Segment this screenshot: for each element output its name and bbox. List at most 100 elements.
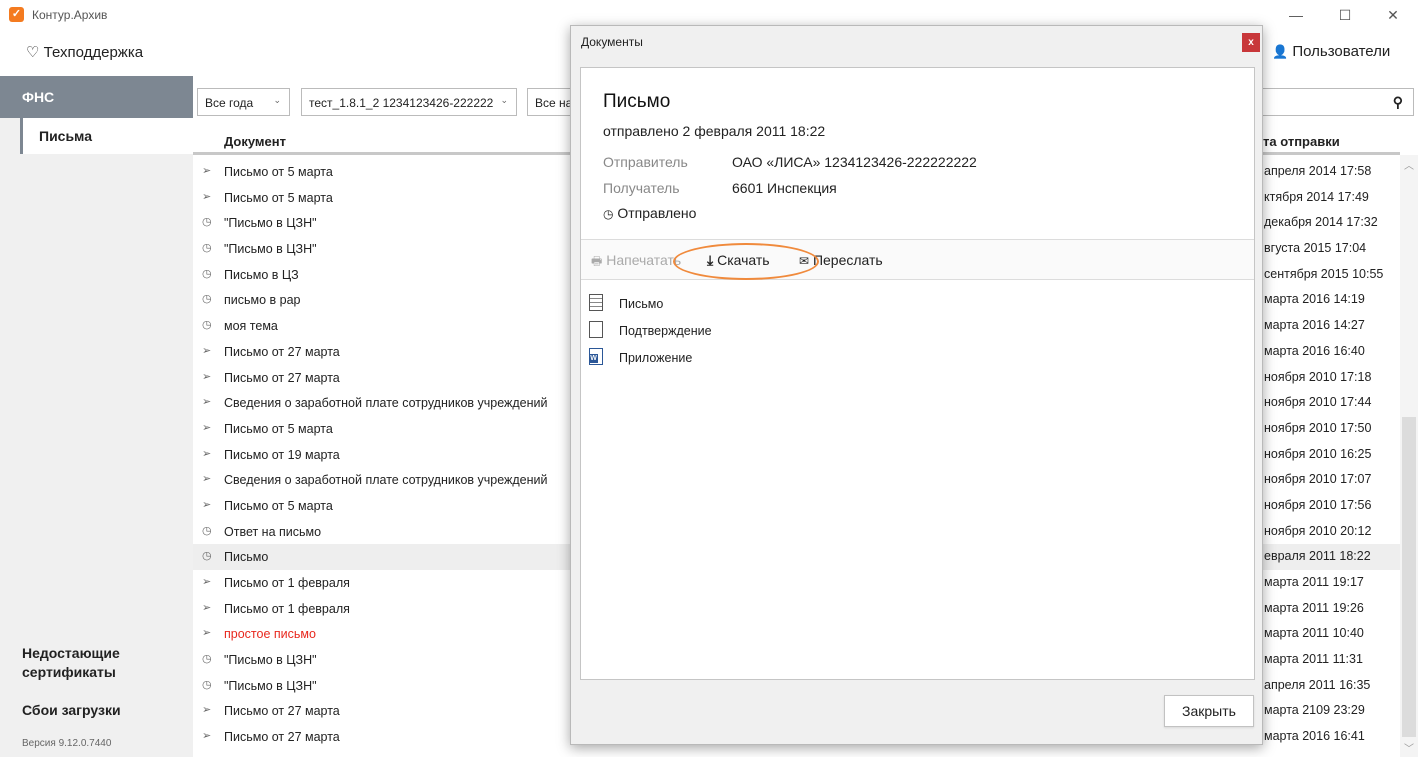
row-date: ноября 2010 16:25: [1264, 446, 1372, 461]
sent-icon: ➢: [202, 447, 212, 460]
sent-icon: ➢: [202, 473, 212, 486]
row-date: марта 2109 23:29: [1264, 703, 1365, 718]
row-date: марта 2011 19:17: [1264, 575, 1364, 589]
recipient-value: 6601 Инспекция: [732, 180, 837, 196]
row-date: ноября 2010 17:44: [1264, 395, 1372, 410]
row-date: ноября 2010 20:12: [1264, 523, 1372, 538]
row-title: Письмо в ЦЗ: [224, 267, 299, 282]
row-date: ноября 2010 17:18: [1264, 369, 1372, 384]
close-dialog-button[interactable]: Закрыть: [1164, 695, 1254, 727]
row-date: марта 2011 11:31: [1264, 652, 1363, 667]
organization-select-value: тест_1.8.1_2 1234123426-222222: [309, 96, 494, 110]
sidebar-item-missing-certificates[interactable]: Недостающие сертификаты: [22, 644, 172, 682]
row-title: "Письмо в ЦЗН": [224, 242, 317, 257]
row-date: сентября 2015 10:55: [1264, 266, 1384, 281]
print-button[interactable]: 🖶 Напечатать: [591, 252, 681, 273]
users-icon: 👤: [1272, 44, 1289, 59]
row-title: Письмо от 19 марта: [224, 447, 340, 462]
maximize-button[interactable]: ☐: [1325, 4, 1365, 26]
row-title: простое письмо: [224, 627, 316, 642]
row-date: вгуста 2015 17:04: [1264, 241, 1367, 256]
row-date: евраля 2011 18:22: [1264, 549, 1371, 564]
row-title: Письмо от 1 февраля: [224, 601, 350, 616]
clock-icon: ◷: [202, 216, 212, 229]
window-close-button[interactable]: ✕: [1373, 4, 1413, 26]
sent-icon: ➢: [202, 396, 212, 409]
attachment-name: Приложение: [619, 351, 693, 365]
chevron-down-icon: ⌄: [500, 95, 508, 105]
column-document[interactable]: Документ: [224, 134, 286, 149]
row-title: Письмо от 27 марта: [224, 704, 340, 719]
documents-dialog: Документы x Письмо отправлено 2 февраля …: [570, 25, 1263, 745]
attachment-item[interactable]: Письмо: [589, 294, 889, 316]
dialog-title: Документы: [581, 35, 643, 49]
chevron-down-icon: ⌄: [273, 95, 281, 105]
type-select[interactable]: Все на: [527, 88, 572, 116]
minimize-button[interactable]: —: [1276, 4, 1316, 26]
heart-icon: ♡: [26, 44, 40, 61]
sidebar-item-letters[interactable]: Письма: [20, 118, 193, 154]
sent-icon: ➢: [202, 627, 212, 640]
sent-icon: ➢: [202, 576, 212, 588]
row-date: марта 2011 19:26: [1264, 600, 1364, 615]
document-title: Письмо: [603, 91, 671, 112]
sent-icon: ➢: [202, 421, 212, 434]
sent-icon: ➢: [202, 370, 212, 383]
row-title: моя тема: [224, 319, 278, 334]
row-title: "Письмо в ЦЗН": [224, 678, 317, 693]
row-title: Письмо от 27 марта: [224, 730, 340, 745]
word-file-icon: [589, 348, 603, 365]
row-date: апреля 2014 17:58: [1264, 164, 1372, 178]
sidebar: ФНС Письма Недостающие сертификаты Сбои …: [0, 76, 193, 757]
sender-label: Отправитель: [603, 154, 688, 170]
highlight-circle: [673, 243, 819, 280]
sender-value: ОАО «ЛИСА» 1234123426-222222222: [732, 154, 977, 170]
support-link[interactable]: ♡ Техподдержка: [26, 43, 143, 61]
attachment-item[interactable]: Приложение: [589, 348, 889, 370]
row-title: Письмо от 5 марта: [224, 165, 333, 179]
row-title: Письмо от 5 марта: [224, 498, 333, 513]
printer-icon: 🖶: [591, 254, 603, 268]
print-label: Напечатать: [606, 252, 682, 268]
row-title: Письмо от 1 февраля: [224, 576, 350, 590]
row-title: Ответ на письмо: [224, 524, 322, 539]
sent-icon: ➢: [202, 498, 212, 511]
scroll-down-icon[interactable]: ﹀: [1404, 740, 1414, 755]
users-label: Пользователи: [1292, 43, 1391, 60]
sent-icon: ➢: [202, 190, 212, 203]
attachment-item[interactable]: Подтверждение: [589, 321, 889, 343]
row-date: декабря 2014 17:32: [1264, 215, 1378, 230]
dialog-close-icon[interactable]: x: [1242, 33, 1260, 52]
row-title: "Письмо в ЦЗН": [224, 653, 317, 668]
sent-icon: ➢: [202, 344, 212, 357]
row-date: марта 2016 14:27: [1264, 318, 1365, 333]
search-icon[interactable]: ⚲: [1393, 94, 1403, 111]
vertical-scrollbar[interactable]: ︿ ﹀: [1400, 155, 1418, 757]
clock-icon: ◷: [202, 550, 212, 563]
status-text: Отправлено: [617, 205, 697, 221]
row-date: апреля 2011 16:35: [1264, 677, 1371, 692]
sidebar-item-load-failures[interactable]: Сбои загрузки: [22, 702, 121, 718]
support-label: Техподдержка: [43, 44, 144, 61]
app-title: Контур.Архив: [32, 8, 108, 22]
year-select[interactable]: Все года ⌄: [197, 88, 290, 116]
row-date: ноября 2010 17:07: [1264, 472, 1372, 487]
sent-icon: ➢: [202, 601, 212, 614]
document-sent-date: отправлено 2 февраля 2011 18:22: [603, 123, 826, 139]
document-icon: [589, 321, 603, 338]
organization-select[interactable]: тест_1.8.1_2 1234123426-222222 ⌄: [301, 88, 517, 116]
scroll-up-icon[interactable]: ︿: [1404, 157, 1414, 172]
document-icon: [589, 294, 603, 311]
sidebar-section-fns[interactable]: ФНС: [0, 76, 193, 118]
users-button[interactable]: 👤 Пользователи: [1272, 43, 1390, 60]
search-input[interactable]: ⚲: [1262, 88, 1414, 116]
clock-icon: ◷: [202, 653, 212, 666]
type-select-value: Все на: [535, 96, 572, 110]
attachment-name: Подтверждение: [619, 324, 712, 338]
column-sent-date[interactable]: та отправки: [1263, 134, 1340, 149]
sent-icon: ➢: [202, 704, 212, 717]
forward-label: Переслать: [812, 252, 883, 268]
clock-icon: ◷: [202, 524, 212, 537]
clock-icon: ◷: [202, 267, 212, 280]
scrollbar-thumb[interactable]: [1402, 417, 1416, 737]
